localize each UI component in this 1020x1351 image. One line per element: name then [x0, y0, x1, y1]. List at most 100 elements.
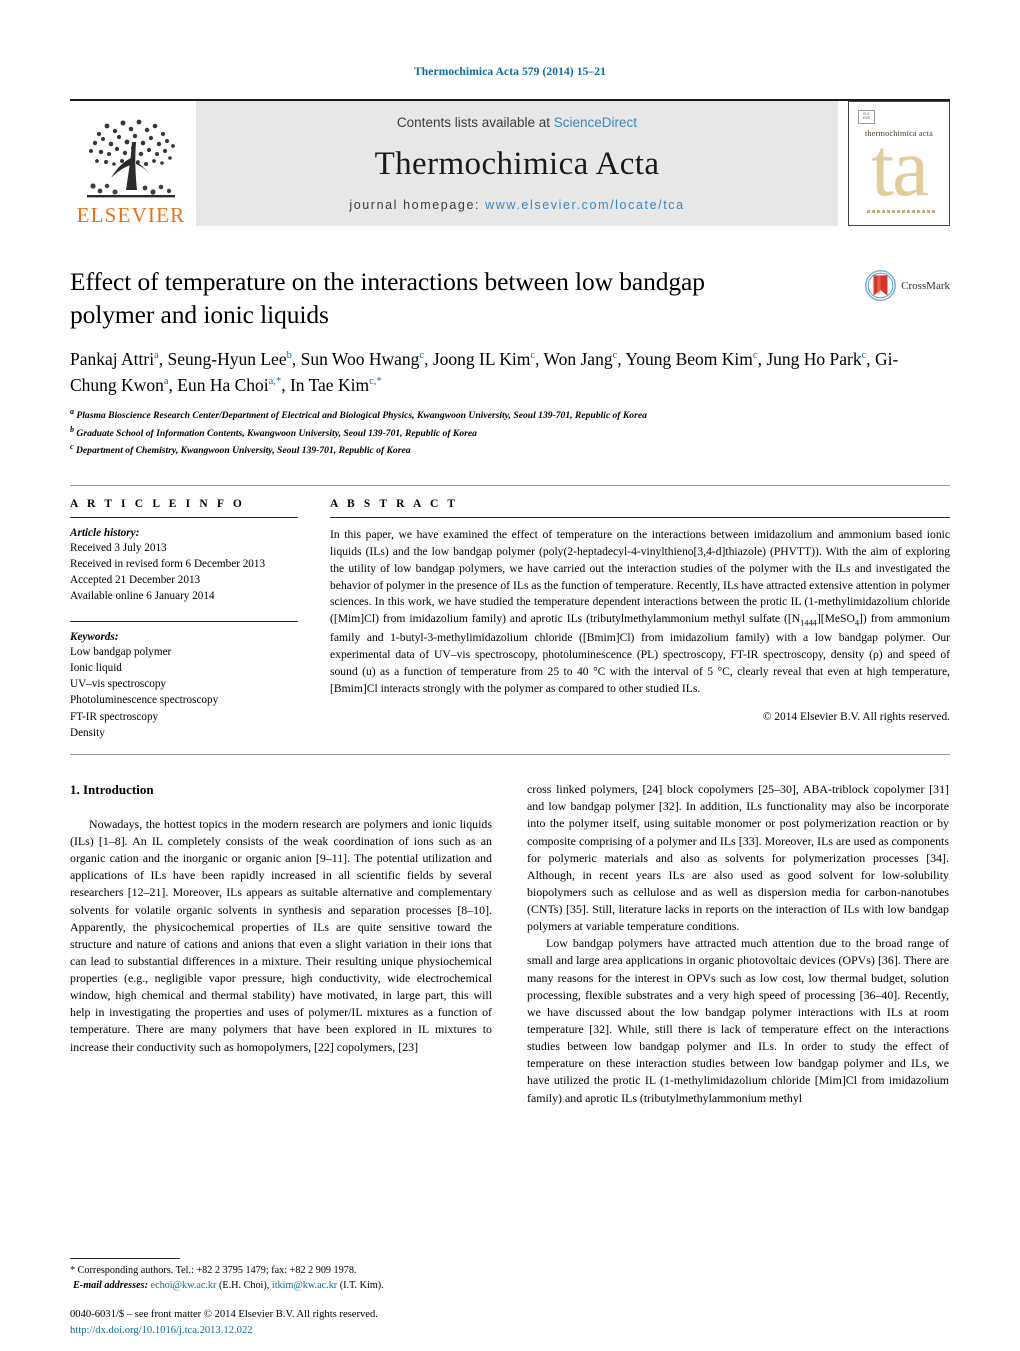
issn-frontmatter-line: 0040-6031/$ – see front matter © 2014 El… — [70, 1309, 378, 1321]
affiliation-marker: a — [70, 407, 74, 416]
intro-paragraph-left: Nowadays, the hottest topics in the mode… — [70, 816, 492, 1054]
info-abstract-section: A R T I C L E I N F O Article history: R… — [70, 484, 950, 741]
article-info-heading: A R T I C L E I N F O — [70, 497, 245, 510]
abstract-part-1: In this paper, we have examined the effe… — [330, 527, 950, 626]
abstract-heading: A B S T R A C T — [330, 497, 459, 510]
author-affil-marker[interactable]: c,* — [369, 376, 382, 387]
affiliation-text: Plasma Bioscience Research Center/Depart… — [76, 410, 647, 422]
abstract-rule — [330, 516, 950, 518]
elsevier-wordmark: ELSEVIER — [76, 203, 186, 227]
affiliation-marker: b — [70, 424, 74, 434]
cover-monogram: ta — [871, 121, 929, 213]
doi-link[interactable]: http://dx.doi.org/10.1016/j.tca.2013.12.… — [70, 1323, 630, 1339]
article-body: 1. Introduction Nowadays, the hottest to… — [70, 781, 950, 1107]
abstract-section-bottom-rule — [70, 754, 950, 756]
intro-paragraph-right-2: Low bandgap polymers have attracted much… — [527, 936, 949, 1105]
imprint-block: 0040-6031/$ – see front matter © 2014 El… — [70, 1307, 630, 1339]
cover-footer-rule — [867, 210, 935, 213]
email-link-choi[interactable]: echoi@kw.ac.kr — [151, 1280, 217, 1291]
body-column-right: cross linked polymers, [24] block copoly… — [527, 781, 949, 1107]
journal-cover-inner: ELS EVR ta thermochimica acta — [855, 108, 943, 219]
author-name: Jung Ho Park — [766, 349, 862, 370]
author-affil-marker[interactable]: c — [753, 350, 758, 361]
article-history-list: Received 3 July 2013 Received in revised… — [70, 540, 298, 605]
affiliation-item: c Department of Chemistry, Kwangwoon Uni… — [70, 441, 950, 459]
keywords-label: Keywords: — [70, 630, 119, 643]
author-item: Eun Ha Choia,* — [177, 375, 281, 395]
history-item: Accepted 21 December 2013 — [70, 574, 201, 587]
author-name: Eun Ha Choi — [177, 374, 269, 395]
footnote-line-2: E-mail addresses: echoi@kw.ac.kr (E.H. C… — [70, 1279, 492, 1293]
author-affil-marker[interactable]: c — [862, 350, 867, 361]
elsevier-logo: ELSEVIER — [70, 101, 192, 226]
keyword-item: FT-IR spectroscopy — [70, 710, 159, 723]
history-item: Received in revised form 6 December 2013 — [70, 557, 266, 570]
history-item: Received 3 July 2013 — [70, 541, 167, 554]
body-column-left: 1. Introduction Nowadays, the hottest to… — [70, 781, 492, 1107]
author-affil-marker[interactable]: c — [419, 350, 424, 361]
elsevier-tree-icon — [87, 119, 175, 198]
intro-paragraph-right-1: cross linked polymers, [24] block copoly… — [527, 782, 949, 934]
abstract-part-2: ][MeSO — [816, 612, 855, 626]
author-affil-marker[interactable]: a — [164, 376, 169, 387]
cover-journal-name: thermochimica acta — [865, 129, 933, 138]
author-item: Seung-Hyun Leeb — [168, 349, 292, 369]
article-info-rule — [70, 516, 298, 518]
journal-cover-thumbnail[interactable]: ELS EVR ta thermochimica acta — [848, 101, 950, 226]
affiliation-text: Graduate School of Information Contents,… — [76, 427, 477, 439]
affiliation-marker: c — [70, 442, 74, 452]
author-item: Jung Ho Parkc — [766, 349, 866, 369]
page-title: Effect of temperature on the interaction… — [70, 267, 705, 329]
email-link-kim[interactable]: itkim@kw.ac.kr — [272, 1280, 337, 1291]
author-name: Won Jang — [543, 349, 613, 370]
author-item: In Tae Kimc,* — [290, 375, 382, 395]
crossmark-icon — [865, 270, 897, 301]
journal-homepage-link[interactable]: www.elsevier.com/locate/tca — [485, 198, 685, 212]
journal-homepage-line: journal homepage: www.elsevier.com/locat… — [349, 198, 684, 212]
keyword-item: Photoluminescence spectroscopy — [70, 694, 219, 707]
author-affil-marker[interactable]: c — [530, 350, 535, 361]
history-item: Available online 6 January 2014 — [70, 590, 215, 603]
author-item: Won Jangc — [544, 349, 618, 369]
keyword-item: UV–vis spectroscopy — [70, 678, 167, 691]
author-affil-marker[interactable]: c — [613, 350, 618, 361]
author-affil-marker[interactable]: b — [287, 350, 292, 361]
keyword-item: Density — [70, 726, 105, 739]
author-list: Pankaj Attria, Seung-Hyun Leeb, Sun Woo … — [70, 349, 899, 395]
homepage-prefix: journal homepage: — [349, 198, 481, 212]
footnote-marker: * — [70, 1265, 76, 1277]
corresponding-author-footnote: * Corresponding authors. Tel.: +82 2 379… — [70, 1258, 492, 1293]
author-item: Joong IL Kimc — [433, 349, 535, 369]
author-item: Pankaj Attria — [70, 349, 159, 369]
author-affil-marker[interactable]: a,* — [269, 376, 282, 387]
article-info-column: A R T I C L E I N F O Article history: R… — [70, 498, 298, 741]
author-name: In Tae Kim — [289, 374, 370, 395]
article-page: Thermochimica Acta 579 (2014) 15–21 ELSE… — [0, 0, 1020, 1351]
author-item: Sun Woo Hwangc — [301, 349, 425, 369]
sciencedirect-link[interactable]: ScienceDirect — [554, 115, 637, 130]
keywords-list: Low bandgap polymer Ionic liquid UV–vis … — [70, 644, 298, 741]
journal-title: Thermochimica Acta — [374, 145, 660, 182]
contents-available-line: Contents lists available at ScienceDirec… — [397, 115, 637, 130]
keyword-item: Ionic liquid — [70, 661, 122, 674]
crossmark-badge[interactable]: CrossMark — [865, 270, 950, 301]
abstract-copyright: © 2014 Elsevier B.V. All rights reserved… — [762, 710, 950, 723]
author-name: Sun Woo Hwang — [300, 349, 420, 370]
section-heading-introduction: 1. Introduction — [70, 782, 154, 798]
article-history-label: Article history: — [70, 526, 140, 539]
author-name: Pankaj Attri — [70, 349, 155, 370]
title-block: CrossMark Effect of temperature on the i… — [70, 266, 950, 459]
abstract-subscript-1444: 1444 — [800, 618, 817, 628]
keywords-block: Keywords: Low bandgap polymer Ionic liqu… — [70, 631, 298, 741]
footnote-line-1: * Corresponding authors. Tel.: +82 2 379… — [70, 1264, 492, 1278]
crossmark-label: CrossMark — [901, 279, 950, 292]
abstract-column: A B S T R A C T In this paper, we have e… — [330, 498, 950, 741]
contents-prefix: Contents lists available at — [396, 115, 551, 130]
author-affil-marker[interactable]: a — [154, 350, 159, 361]
author-name: Joong IL Kim — [432, 349, 531, 370]
article-history-block: Article history: Received 3 July 2013 Re… — [70, 527, 298, 605]
email-owner-choi: (E.H. Choi), — [218, 1279, 270, 1291]
email-owner-kim: (I.T. Kim). — [339, 1279, 384, 1291]
affiliation-list: a Plasma Bioscience Research Center/Depa… — [70, 406, 950, 459]
author-name: Seung-Hyun Lee — [167, 349, 287, 370]
